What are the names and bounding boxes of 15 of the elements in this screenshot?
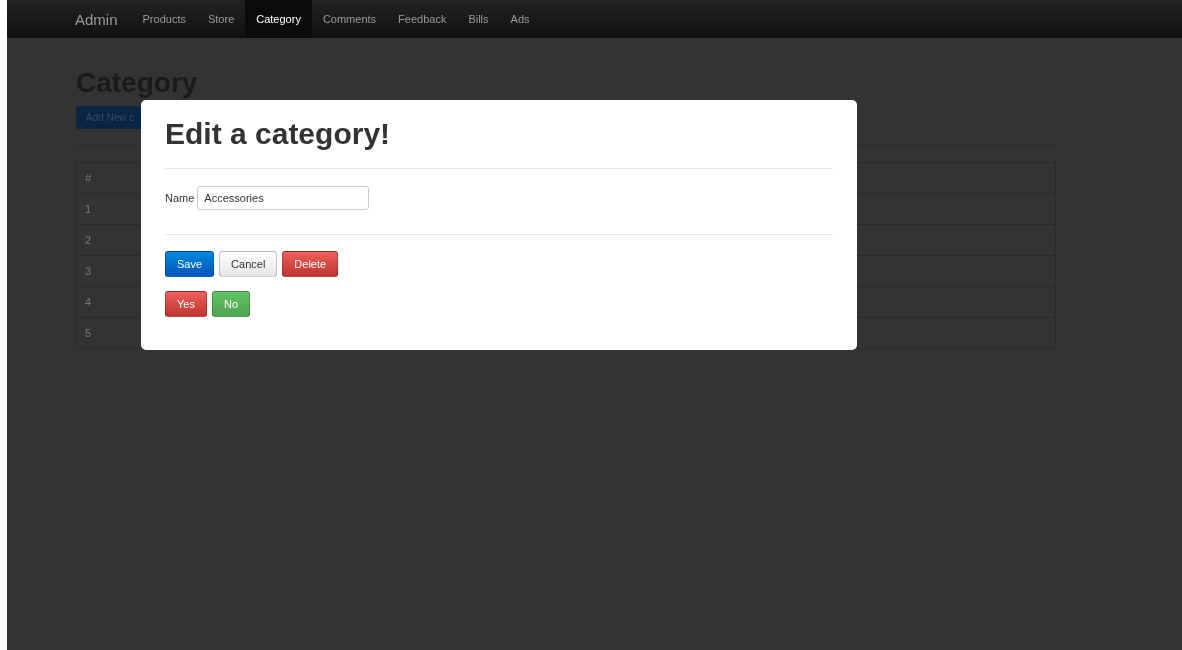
action-button[interactable]: Save: [165, 251, 215, 277]
action-button[interactable]: Delete: [282, 251, 339, 277]
nav-link[interactable]: Ads: [499, 0, 541, 38]
name-input[interactable]: Accessories: [197, 186, 370, 210]
nav-link[interactable]: Products: [131, 0, 197, 38]
nav-link[interactable]: Bills: [457, 0, 500, 38]
nav-link[interactable]: Category: [245, 0, 312, 38]
nav-link[interactable]: Store: [196, 0, 246, 38]
nav-link[interactable]: Feedback: [387, 0, 458, 38]
confirm-button[interactable]: Yes: [165, 291, 207, 317]
brand-link[interactable]: Admin: [75, 10, 118, 28]
field-label: Name: [165, 192, 195, 204]
action-button[interactable]: Cancel: [219, 251, 278, 277]
modal-title: Edit a category!: [165, 116, 392, 152]
nav-link[interactable]: Comments: [311, 0, 388, 38]
